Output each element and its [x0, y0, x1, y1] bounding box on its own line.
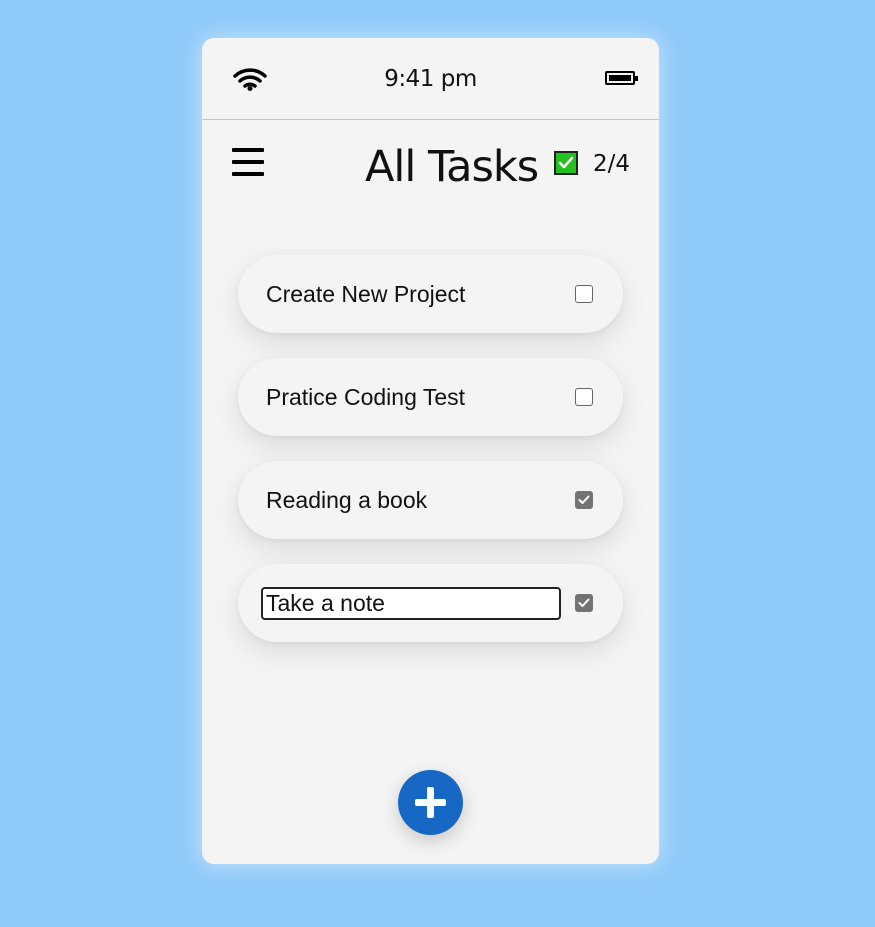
add-task-button[interactable]	[398, 770, 463, 835]
task-edit-input[interactable]	[261, 587, 561, 620]
battery-icon	[605, 71, 638, 85]
task-label[interactable]: Reading a book	[266, 461, 427, 539]
page-title: All Tasks	[365, 142, 539, 192]
status-time: 9:41 pm	[384, 66, 477, 92]
task-item: Pratice Coding Test	[238, 358, 623, 436]
phone-frame: 9:41 pm All Tasks 2/4 Create New Project…	[202, 38, 659, 864]
task-item: Create New Project	[238, 255, 623, 333]
task-checkbox[interactable]	[575, 285, 593, 303]
task-label[interactable]: Pratice Coding Test	[266, 358, 465, 436]
status-bar: 9:41 pm	[202, 38, 659, 120]
plus-icon	[415, 787, 446, 818]
task-checkbox[interactable]	[575, 388, 593, 406]
completed-check-icon	[554, 151, 578, 175]
task-item: Reading a book	[238, 461, 623, 539]
task-label[interactable]: Create New Project	[266, 255, 465, 333]
task-checkbox[interactable]	[575, 491, 593, 509]
task-item	[238, 564, 623, 642]
completed-count: 2/4	[593, 151, 631, 177]
hamburger-menu-icon[interactable]	[232, 148, 264, 178]
task-checkbox[interactable]	[575, 594, 593, 612]
